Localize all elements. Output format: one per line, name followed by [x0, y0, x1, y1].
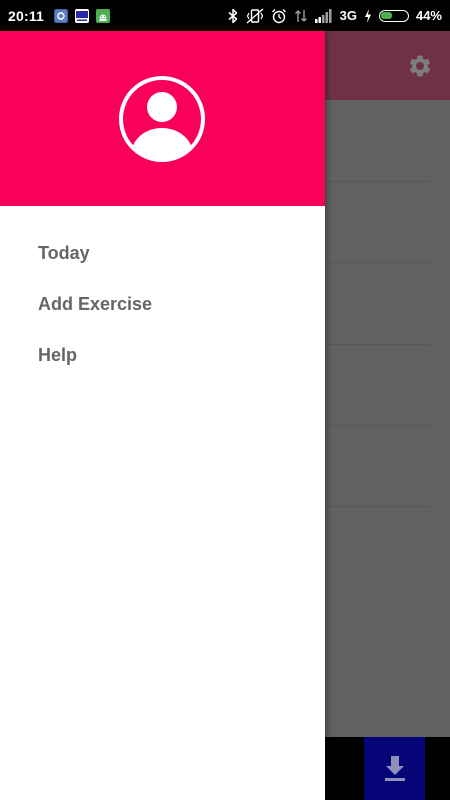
list-divider	[325, 344, 430, 345]
list-divider	[325, 506, 430, 507]
settings-gear-icon[interactable]	[407, 53, 433, 79]
status-bar: 20:11 3G 44%	[0, 0, 450, 31]
network-type: 3G	[339, 8, 357, 23]
status-time: 20:11	[8, 7, 45, 24]
download-icon	[381, 754, 409, 784]
battery-level	[381, 12, 393, 19]
list-divider	[325, 181, 430, 182]
list-divider	[325, 425, 430, 426]
battery-icon	[378, 9, 409, 22]
alarm-icon	[271, 8, 287, 24]
drawer-header	[0, 31, 325, 206]
android-notification-icon	[96, 8, 111, 23]
menu-item-help[interactable]: Help	[0, 330, 325, 381]
status-right: 3G 44%	[227, 7, 442, 24]
bluetooth-icon	[227, 8, 239, 24]
screen: 20:11 3G 44% Today Add Exercise Help	[0, 0, 450, 800]
menu-item-today[interactable]: Today	[0, 228, 325, 279]
signal-icon	[314, 8, 333, 23]
drawer-menu: Today Add Exercise Help	[0, 206, 325, 381]
account-circle-icon[interactable]	[118, 75, 206, 163]
data-arrows-icon	[294, 8, 308, 24]
battery-percent: 44%	[415, 8, 442, 23]
menu-item-add-exercise[interactable]: Add Exercise	[0, 279, 325, 330]
navigation-drawer: Today Add Exercise Help	[0, 31, 325, 800]
download-button[interactable]	[364, 737, 425, 800]
vibrate-icon	[246, 7, 264, 24]
photo-notification-icon	[54, 8, 69, 23]
news-notification-icon	[75, 8, 90, 23]
charging-icon	[364, 8, 372, 23]
list-divider	[325, 262, 430, 263]
status-left: 20:11	[8, 8, 117, 24]
